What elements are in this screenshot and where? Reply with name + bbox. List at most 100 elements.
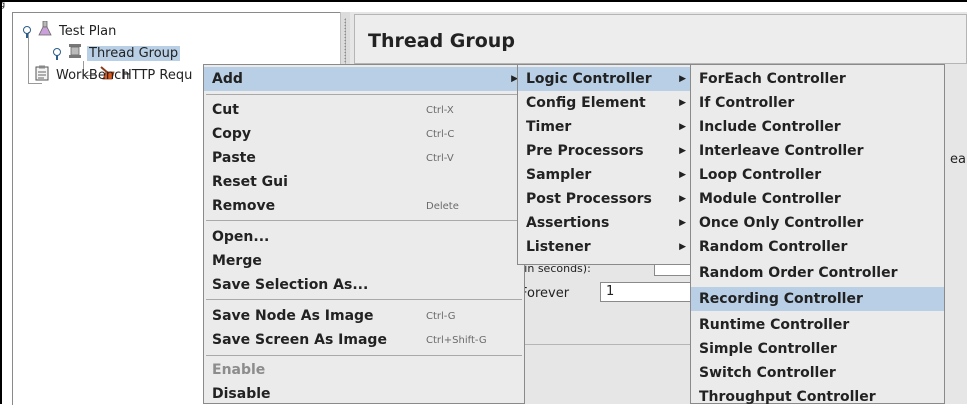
spool-icon xyxy=(68,43,82,63)
menu-item-module-controller[interactable]: Module Controller xyxy=(691,187,944,211)
menu-item-disable[interactable]: Disable xyxy=(204,382,524,406)
menu-item-reset-gui[interactable]: Reset Gui xyxy=(204,170,524,194)
flask-icon xyxy=(38,20,52,41)
menu-item-paste[interactable]: Paste Ctrl-V xyxy=(204,146,524,170)
menu-item-logic-controller[interactable]: Logic Controller ▶ xyxy=(518,67,692,91)
menu-item-open[interactable]: Open... xyxy=(204,225,524,249)
menu-item-label: Save Screen As Image xyxy=(212,332,387,348)
submenu-arrow-icon: ▶ xyxy=(679,170,686,180)
panel-divider xyxy=(520,344,692,345)
menu-item-label: Cut xyxy=(212,102,239,118)
menu-item-config-element[interactable]: Config Element ▶ xyxy=(518,91,692,115)
menu-item-label: Loop Controller xyxy=(699,167,822,183)
menu-item-label: Merge xyxy=(212,253,262,269)
expand-handle-icon[interactable] xyxy=(53,47,64,60)
menu-item-include-controller[interactable]: Include Controller xyxy=(691,115,944,139)
menu-item-label: Paste xyxy=(212,150,256,166)
menu-item-throughput-controller[interactable]: Throughput Controller xyxy=(691,385,944,409)
menu-item-label: Timer xyxy=(526,119,572,135)
menu-item-interleave-controller[interactable]: Interleave Controller xyxy=(691,139,944,163)
menu-item-label: Pre Processors xyxy=(526,143,644,159)
menu-item-save-selection-as[interactable]: Save Selection As... xyxy=(204,273,524,297)
menu-item-remove[interactable]: Remove Delete xyxy=(204,194,524,218)
menu-item-label: Save Selection As... xyxy=(212,277,369,293)
tree-node-thread-group[interactable]: Thread Group xyxy=(53,43,181,63)
menu-item-label: Post Processors xyxy=(526,191,652,207)
menu-item-label: ForEach Controller xyxy=(699,71,846,87)
menu-item-recording-controller[interactable]: Recording Controller xyxy=(691,287,944,311)
panel-text-fragment: ea xyxy=(950,152,966,167)
logic-controller-submenu: ForEach Controller If Controller Include… xyxy=(690,64,945,405)
submenu-arrow-icon: ▶ xyxy=(679,98,686,108)
menu-item-label: Open... xyxy=(212,229,270,245)
menu-item-label: Sampler xyxy=(526,167,592,183)
menu-item-random-order-controller[interactable]: Random Order Controller xyxy=(691,261,944,285)
submenu-arrow-icon: ▶ xyxy=(679,218,686,228)
submenu-arrow-icon: ▶ xyxy=(679,146,686,156)
menu-item-cut[interactable]: Cut Ctrl-X xyxy=(204,98,524,122)
menu-item-copy[interactable]: Copy Ctrl-C xyxy=(204,122,524,146)
menu-item-random-controller[interactable]: Random Controller xyxy=(691,235,944,259)
menu-shortcut: Ctrl-X xyxy=(426,104,454,116)
expand-handle-icon[interactable] xyxy=(23,25,34,38)
loop-forever-label: Forever xyxy=(520,286,570,301)
menu-item-foreach-controller[interactable]: ForEach Controller xyxy=(691,67,944,91)
menu-item-label: Reset Gui xyxy=(212,174,288,190)
menu-item-label: Switch Controller xyxy=(699,365,836,381)
menu-item-post-processors[interactable]: Post Processors ▶ xyxy=(518,187,692,211)
menu-item-label: Simple Controller xyxy=(699,341,837,357)
menu-item-label: Enable xyxy=(212,362,266,378)
menu-item-label: If Controller xyxy=(699,95,795,111)
loop-count-field[interactable]: 1 xyxy=(600,282,700,302)
menu-item-label: Random Order Controller xyxy=(699,265,898,281)
menu-item-runtime-controller[interactable]: Runtime Controller xyxy=(691,313,944,337)
menu-item-label: Logic Controller xyxy=(526,71,652,87)
add-submenu: Logic Controller ▶ Config Element ▶ Time… xyxy=(517,64,693,265)
menu-item-label: Disable xyxy=(212,386,271,402)
menu-item-loop-controller[interactable]: Loop Controller xyxy=(691,163,944,187)
menu-item-save-screen-as-image[interactable]: Save Screen As Image Ctrl+Shift-G xyxy=(204,328,524,352)
menu-item-label: Listener xyxy=(526,239,591,255)
corner-mark: g xyxy=(0,0,6,9)
tree-node-test-plan[interactable]: Test Plan xyxy=(23,20,118,41)
menu-item-save-node-as-image[interactable]: Save Node As Image Ctrl-G xyxy=(204,304,524,328)
menu-item-label: Recording Controller xyxy=(699,291,863,307)
menu-item-label: Assertions xyxy=(526,215,610,231)
menu-item-enable: Enable xyxy=(204,358,524,382)
menu-shortcut: Ctrl-V xyxy=(426,152,454,164)
menu-item-label: Once Only Controller xyxy=(699,215,864,231)
menu-item-once-only-controller[interactable]: Once Only Controller xyxy=(691,211,944,235)
menu-item-label: Module Controller xyxy=(699,191,841,207)
tree-node-label: WorkBench xyxy=(56,67,130,83)
menu-item-add[interactable]: Add ▶ xyxy=(204,67,524,91)
menu-item-label: Save Node As Image xyxy=(212,308,374,324)
menu-item-sampler[interactable]: Sampler ▶ xyxy=(518,163,692,187)
menu-item-simple-controller[interactable]: Simple Controller xyxy=(691,337,944,361)
menu-separator xyxy=(206,299,522,300)
menu-item-pre-processors[interactable]: Pre Processors ▶ xyxy=(518,139,692,163)
menu-item-assertions[interactable]: Assertions ▶ xyxy=(518,211,692,235)
menu-item-switch-controller[interactable]: Switch Controller xyxy=(691,361,944,385)
tree-node-label: Test Plan xyxy=(59,23,117,39)
menu-item-merge[interactable]: Merge xyxy=(204,249,524,273)
menu-item-label: Runtime Controller xyxy=(699,317,850,333)
menu-shortcut: Ctrl+Shift-G xyxy=(426,334,487,346)
menu-separator xyxy=(206,220,522,221)
menu-item-label: Config Element xyxy=(526,95,646,111)
menu-separator xyxy=(206,355,522,356)
tree-node-label: Thread Group xyxy=(87,45,181,61)
menu-item-listener[interactable]: Listener ▶ xyxy=(518,235,692,259)
menu-item-label: Remove xyxy=(212,198,276,214)
menu-shortcut: Ctrl-C xyxy=(426,128,455,140)
menu-item-label: Add xyxy=(212,71,243,87)
clipboard-icon xyxy=(35,65,49,85)
menu-item-label: Include Controller xyxy=(699,119,841,135)
context-menu: Add ▶ Cut Ctrl-X Copy Ctrl-C Paste Ctrl-… xyxy=(203,64,525,404)
menu-item-label: Copy xyxy=(212,126,252,142)
panel-title: Thread Group xyxy=(368,30,515,52)
menu-item-label: Random Controller xyxy=(699,239,848,255)
menu-item-timer[interactable]: Timer ▶ xyxy=(518,115,692,139)
tree-node-workbench[interactable]: WorkBench xyxy=(35,65,131,85)
submenu-arrow-icon: ▶ xyxy=(679,74,686,84)
menu-item-if-controller[interactable]: If Controller xyxy=(691,91,944,115)
